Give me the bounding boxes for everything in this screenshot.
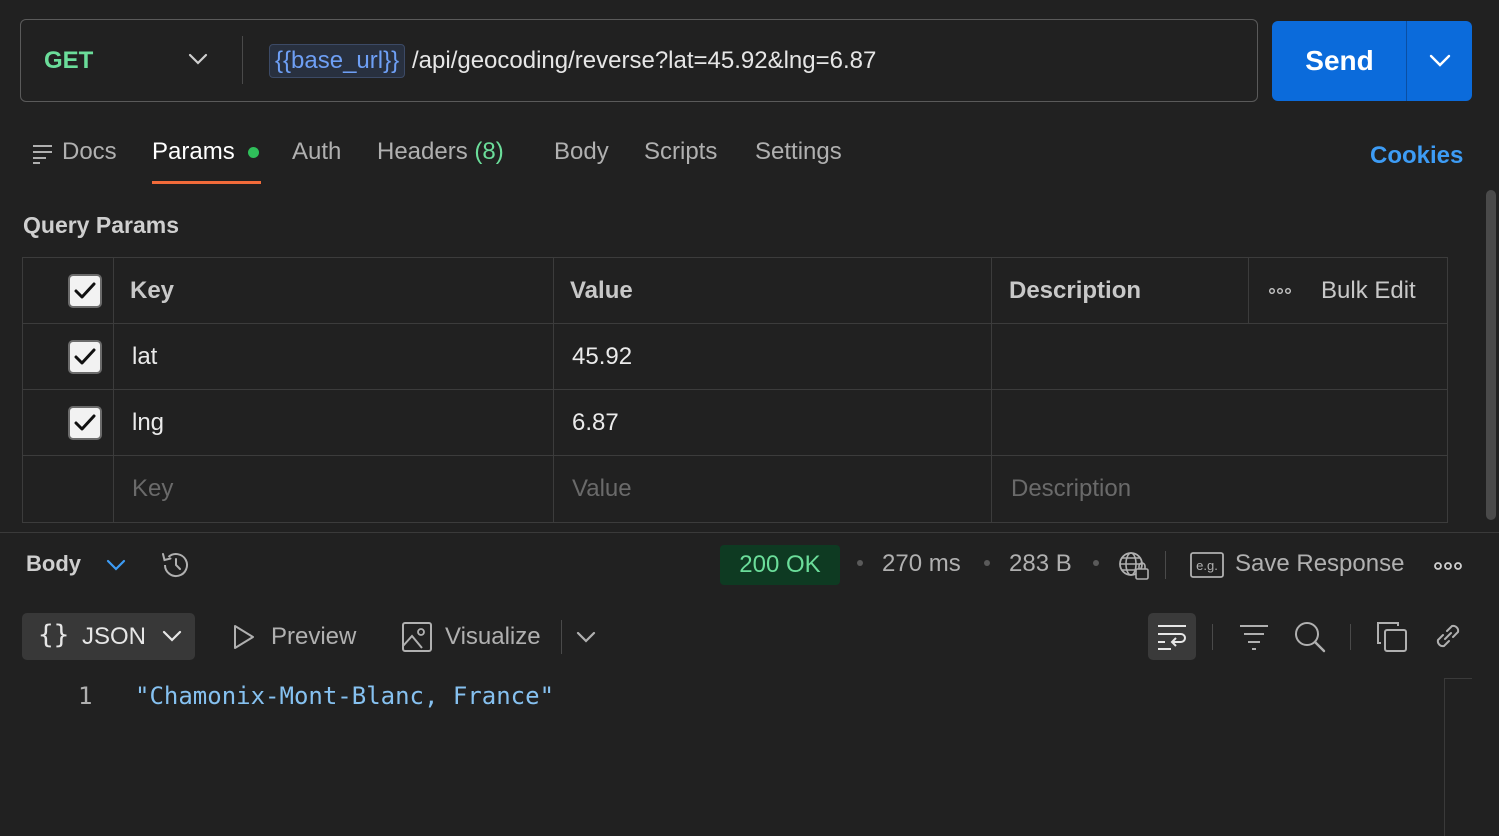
line-number: 1: [78, 682, 93, 710]
chevron-down-icon: [162, 630, 182, 642]
cookies-link[interactable]: Cookies: [1370, 142, 1463, 170]
new-value-input[interactable]: Value: [572, 456, 632, 522]
code-scrollbar-track[interactable]: [1444, 678, 1445, 836]
table-row-new: Key Value Description: [23, 456, 1447, 522]
param-value-cell[interactable]: 6.87: [572, 390, 619, 456]
copy-icon[interactable]: [1377, 622, 1407, 652]
response-body-label[interactable]: Body: [26, 551, 81, 577]
url-variable[interactable]: {{base_url}}: [269, 44, 406, 78]
tab-body[interactable]: Body: [554, 138, 609, 166]
separator-dot: [857, 560, 863, 566]
wrap-lines-button[interactable]: [1148, 613, 1196, 660]
chevron-down-icon[interactable]: [106, 559, 126, 571]
chevron-down-icon[interactable]: [188, 52, 208, 66]
preview-button[interactable]: Preview: [271, 623, 356, 651]
response-json-line[interactable]: "Chamonix-Mont-Blanc, France": [135, 682, 554, 710]
tab-scripts[interactable]: Scripts: [644, 138, 717, 166]
tab-headers[interactable]: Headers (8): [377, 138, 504, 166]
send-options-chevron-icon[interactable]: [1427, 51, 1453, 71]
svg-text:e.g.: e.g.: [1196, 558, 1218, 573]
search-icon[interactable]: [1294, 621, 1326, 653]
format-json-dropdown[interactable]: {} JSON: [22, 613, 195, 660]
response-time[interactable]: 270 ms: [882, 550, 961, 578]
divider: [1406, 21, 1407, 101]
chevron-down-icon[interactable]: [576, 631, 596, 643]
save-response-button[interactable]: Save Response: [1235, 550, 1404, 578]
divider: [1350, 624, 1351, 650]
filter-icon[interactable]: [1239, 624, 1269, 650]
more-options-icon[interactable]: [1434, 561, 1462, 571]
tab-headers-label: Headers: [377, 138, 468, 165]
new-key-input[interactable]: Key: [132, 456, 173, 522]
table-header-row: Key Value Description Bulk Edit: [23, 258, 1447, 324]
link-icon[interactable]: [1433, 621, 1463, 651]
docs-icon: [32, 144, 54, 164]
new-description-input[interactable]: Description: [1011, 456, 1131, 522]
visualize-button[interactable]: Visualize: [445, 623, 541, 651]
tab-auth[interactable]: Auth: [292, 138, 341, 166]
status-badge[interactable]: 200 OK: [720, 545, 840, 585]
separator-dot: [1093, 560, 1099, 566]
param-value-cell[interactable]: 45.92: [572, 324, 632, 390]
example-icon[interactable]: e.g.: [1190, 552, 1224, 578]
param-key-cell[interactable]: lat: [132, 324, 157, 390]
history-icon[interactable]: [160, 549, 192, 581]
row-checkbox[interactable]: [68, 340, 102, 374]
play-icon[interactable]: [232, 624, 256, 650]
tab-settings[interactable]: Settings: [755, 138, 842, 166]
send-button-group: Send: [1272, 21, 1472, 101]
divider: [1165, 551, 1166, 579]
scrollbar[interactable]: [1486, 190, 1496, 520]
table-row: lng 6.87: [23, 390, 1447, 456]
url-input[interactable]: /api/geocoding/reverse?lat=45.92&lng=6.8…: [412, 47, 876, 75]
column-header-value: Value: [570, 277, 633, 304]
divider: [242, 36, 243, 84]
param-key-cell[interactable]: lng: [132, 390, 164, 456]
query-params-table: Key Value Description Bulk Edit lat 45.9…: [22, 257, 1448, 523]
image-icon[interactable]: [402, 622, 432, 652]
params-active-dot: [248, 147, 259, 158]
code-scrollbar-top: [1444, 678, 1472, 679]
braces-icon: {}: [38, 620, 70, 650]
headers-count: (8): [474, 138, 504, 165]
divider: [561, 620, 562, 654]
row-checkbox[interactable]: [68, 406, 102, 440]
query-params-title: Query Params: [23, 212, 179, 238]
send-button[interactable]: Send: [1272, 21, 1407, 101]
url-bar: GET {{base_url}} /api/geocoding/reverse?…: [20, 19, 1258, 102]
table-row: lat 45.92: [23, 324, 1447, 390]
response-size[interactable]: 283 B: [1009, 550, 1072, 578]
separator-dot: [984, 560, 990, 566]
select-all-checkbox[interactable]: [68, 274, 102, 308]
column-header-key: Key: [130, 277, 175, 304]
active-tab-indicator: [152, 181, 261, 184]
pane-divider[interactable]: [0, 532, 1499, 533]
more-options-icon[interactable]: [1269, 287, 1291, 295]
method-selector[interactable]: GET: [44, 47, 93, 75]
divider: [1212, 624, 1213, 650]
tab-params[interactable]: Params: [152, 138, 235, 166]
tab-docs[interactable]: Docs: [62, 138, 117, 166]
bulk-edit-button[interactable]: Bulk Edit: [1321, 258, 1416, 324]
network-globe-icon[interactable]: [1117, 550, 1151, 582]
format-label: JSON: [82, 623, 147, 650]
wrap-lines-icon: [1157, 624, 1187, 650]
column-header-description: Description: [1009, 277, 1142, 304]
